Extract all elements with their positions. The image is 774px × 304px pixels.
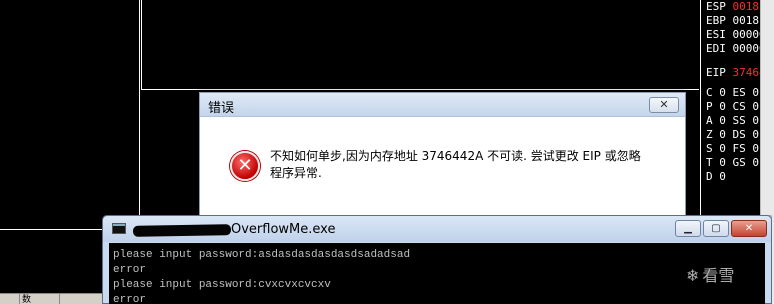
segment-name: GS [732,156,746,169]
console-title: OverflowMe.exe [231,222,336,237]
tab-segment-data[interactable]: 数 [20,294,60,304]
flag-name: T [706,156,713,169]
console-output[interactable]: please input password:asdasdasdasdasdsad… [109,243,765,304]
flag-value: 0 [719,114,726,127]
flag-value: 0 [719,156,726,169]
watermark-text: 看雪 [702,266,735,285]
segment-value: 0 [752,128,759,141]
console-line: please input password:asdasdasdasdasdsad… [113,249,411,261]
console-line: error [113,264,147,276]
redacted-path [132,224,232,237]
register-name: EBP [706,14,726,27]
register-name: ESP [706,0,726,13]
flag-name: P [706,100,713,113]
register-name: ESI [706,28,726,41]
error-dialog-titlebar[interactable]: 错误 ✕ [200,93,685,117]
segment-name: CS [732,100,746,113]
flag-value: 0 [719,142,726,155]
console-line: please input password:cvxcvxcvcxv [113,279,331,291]
segment-value: 0 [752,86,759,99]
segment-value: 0 [752,156,759,169]
register-name: EIP [706,66,726,79]
error-dialog: 错误 ✕ ✕ 不知如何单步,因为内存地址 3746442A 不可读. 尝试更改 … [199,92,686,222]
pane-tab-strip: 数 [0,293,110,304]
segment-name: SS [732,114,746,127]
console-titlebar[interactable]: OverflowMe.exe ▁ ▢ ✕ [103,216,771,242]
error-dialog-title: 错误 [208,101,235,116]
segment-name: FS [732,142,746,155]
flag-value: 0 [719,128,726,141]
segment-value: 0 [752,100,759,113]
flag-value: 0 [719,170,726,183]
error-dialog-close-button[interactable]: ✕ [649,97,679,113]
info-pane[interactable] [141,0,699,90]
flag-name: D [706,170,713,183]
snowflake-icon: ❄ [686,266,700,285]
flag-name: Z [706,128,713,141]
maximize-button[interactable]: ▢ [703,220,729,237]
console-window: OverflowMe.exe ▁ ▢ ✕ please input passwo… [102,215,772,304]
segment-name: DS [732,128,746,141]
segment-value: 0 [752,142,759,155]
console-close-button[interactable]: ✕ [731,220,767,237]
flag-name: S [706,142,713,155]
error-x-icon: ✕ [230,151,260,181]
register-name: EDI [706,42,726,55]
minimize-button[interactable]: ▁ [675,220,701,237]
tab-label: 数 [22,294,32,304]
flag-name: C [706,86,713,99]
tab-segment[interactable] [0,294,20,304]
segment-name: ES [732,86,746,99]
segment-value: 0 [752,114,759,127]
flag-value: 0 [719,86,726,99]
disassembly-pane[interactable] [0,0,140,228]
error-message: 不知如何单步,因为内存地址 3746442A 不可读. 尝试更改 EIP 或忽略… [270,149,641,180]
console-line: error [113,294,147,304]
console-app-icon [112,223,126,234]
watermark: ❄ 看雪 [686,262,734,286]
flag-value: 0 [719,100,726,113]
flag-name: A [706,114,713,127]
